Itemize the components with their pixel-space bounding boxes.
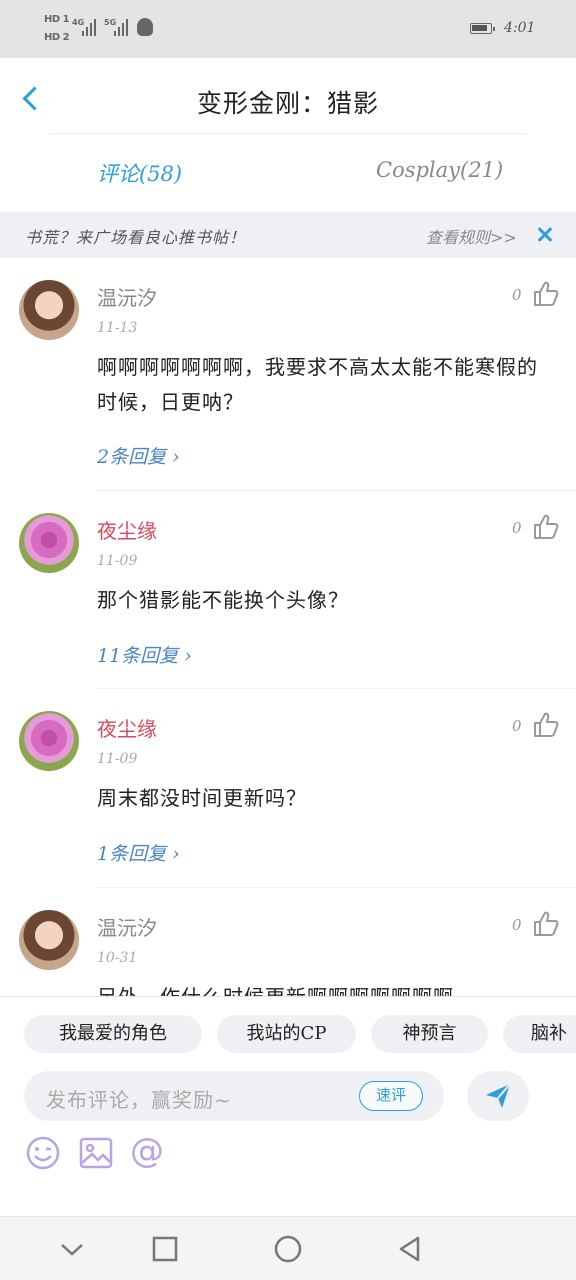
view-rules-link[interactable]: 查看规则>> [426,224,517,248]
comment-date: 10-31 [97,950,138,966]
reply-count-link[interactable]: 2条回复 › [97,442,180,469]
tab-bar: 评论(58) Cosplay(21) [0,136,576,212]
avatar[interactable] [19,513,79,573]
tag-chip[interactable]: 神预言 [371,1015,488,1053]
tab-cosplay[interactable]: Cosplay(21) [376,158,503,182]
comment-text: 另外，作什么时候更新啊啊啊啊啊啊啊 [97,980,557,996]
emoji-icon[interactable] [25,1135,61,1171]
signal-icon [82,16,96,36]
comment-text: 啊啊啊啊啊啊啊，我要求不高太太能不能寒假的时候，日更呐？ [97,355,538,414]
comment-text: 周末都没时间更新吗？ [97,786,307,810]
like-count: 0 [512,286,522,304]
comment-item: 夜尘缘 11-09 0 周末都没时间更新吗？ 1条回复 › [0,689,576,888]
mention-icon[interactable]: @ [130,1131,164,1171]
comment-item: 夜尘缘 11-09 0 那个猎影能不能换个头像？ 11条回复 › [0,491,576,689]
comment-item: 温沅汐 10-31 0 另外，作什么时候更新啊啊啊啊啊啊啊 [0,888,576,996]
close-icon[interactable] [533,222,557,246]
thumbs-up-icon[interactable] [532,711,560,739]
like-count: 0 [512,717,522,735]
divider [50,133,526,134]
send-icon [486,1083,511,1108]
chevron-down-icon[interactable] [56,1233,88,1265]
system-nav-bar [0,1216,576,1280]
image-icon[interactable] [78,1135,114,1171]
comment-date: 11-09 [97,553,138,569]
avatar[interactable] [19,711,79,771]
avatar[interactable] [19,910,79,970]
comment-date: 11-09 [97,751,138,767]
notice-text[interactable]: 书荒？来广场看良心推书帖！ [25,224,246,248]
comment-item: 温沅汐 11-13 0 啊啊啊啊啊啊啊，我要求不高太太能不能寒假的时候，日更呐？… [0,258,576,491]
clock: 4:01 [504,20,536,36]
qq-icon [137,18,153,36]
header: 变形金刚：猎影 [0,58,576,136]
thumbs-up-icon[interactable] [532,513,560,541]
tag-chip[interactable]: 我最爱的角色 [24,1015,202,1053]
tag-chip[interactable]: 脑补 [503,1015,576,1053]
username[interactable]: 夜尘缘 [97,713,157,742]
thumbs-up-icon[interactable] [532,910,560,938]
input-placeholder: 发布评论，赢奖励~ [46,1088,232,1112]
notice-banner: 书荒？来广场看良心推书帖！ 查看规则>> [0,212,576,258]
comment-input[interactable]: 发布评论，赢奖励~ 速评 [24,1071,444,1121]
comment-composer: 我最爱的角色 我站的CP 神预言 脑补 发布评论，赢奖励~ 速评 @ [0,996,576,1216]
reply-count-link[interactable]: 1条回复 › [97,839,180,866]
comment-text: 那个猎影能不能换个头像？ [97,588,349,612]
thumbs-up-icon[interactable] [532,280,560,308]
send-button[interactable] [467,1071,529,1121]
page-title: 变形金刚：猎影 [196,89,379,118]
battery-icon [470,23,495,34]
hd-indicator: HD 1 [44,14,70,25]
like-count: 0 [512,519,522,537]
avatar[interactable] [19,280,79,340]
reply-count-link[interactable]: 11条回复 › [97,641,192,668]
hd-indicator: HD 2 [44,32,70,43]
quick-comment-button[interactable]: 速评 [359,1081,423,1111]
tag-chip[interactable]: 我站的CP [217,1015,356,1053]
username[interactable]: 夜尘缘 [97,515,157,544]
home-icon[interactable] [272,1233,304,1265]
signal-icon [114,16,128,36]
tab-comments[interactable]: 评论(58) [97,158,182,188]
recent-apps-icon[interactable] [149,1233,181,1265]
back-nav-icon[interactable] [394,1233,426,1265]
like-count: 0 [512,916,522,934]
comment-date: 11-13 [97,320,138,336]
username[interactable]: 温沅汐 [97,912,157,941]
status-bar: HD 1 HD 2 4G 5G 4:01 [0,0,576,58]
username[interactable]: 温沅汐 [97,282,157,311]
